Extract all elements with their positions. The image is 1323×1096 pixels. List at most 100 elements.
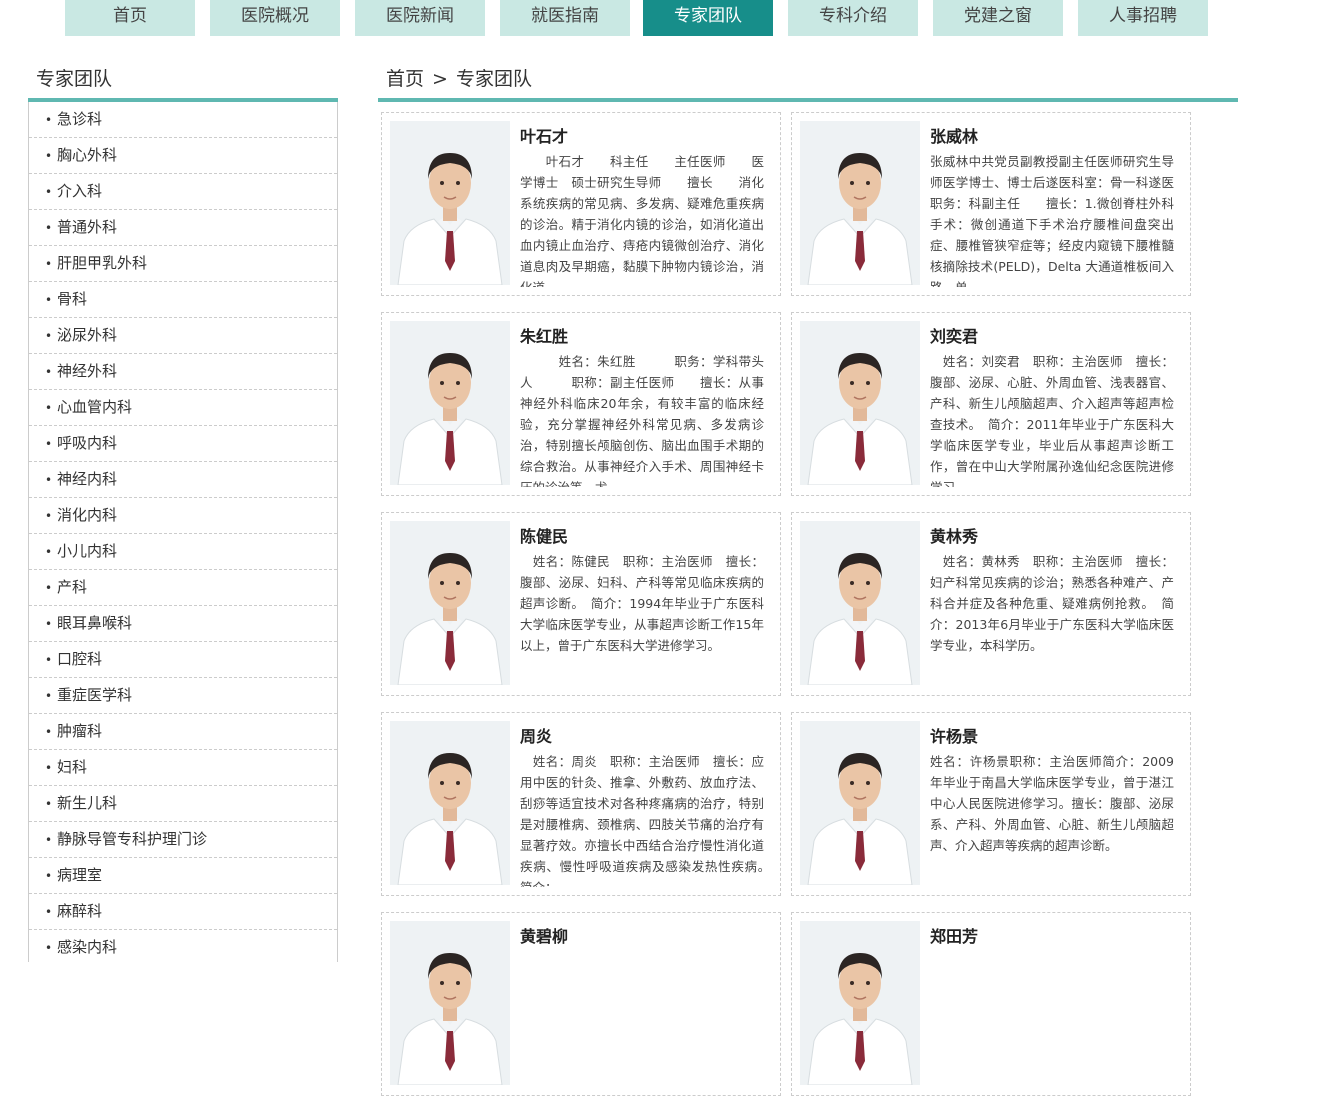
- breadcrumb-home[interactable]: 首页: [386, 68, 424, 90]
- doctor-name[interactable]: 黄林秀: [930, 523, 978, 547]
- sidebar-item[interactable]: • 急诊科: [29, 102, 337, 138]
- doctor-description: 姓名：黄林秀 职称：主治医师 擅长：妇产科常见疾病的诊治；熟悉各种难产、产科合并…: [930, 554, 1174, 653]
- sidebar-item[interactable]: • 神经内科: [29, 462, 337, 498]
- doctor-photo[interactable]: [390, 321, 510, 485]
- sidebar-item[interactable]: • 新生儿科: [29, 786, 337, 822]
- bullet-icon: •: [45, 797, 53, 811]
- doctor-photo[interactable]: [390, 721, 510, 885]
- doctor-photo[interactable]: [390, 921, 510, 1085]
- nav-item-guide[interactable]: 就医指南: [500, 0, 630, 36]
- breadcrumb-rule: [378, 98, 1238, 102]
- doctor-card[interactable]: 张威林 张威林中共党员副教授副主任医师研究生导师医学博士、博士后遂医科室：骨一科…: [791, 112, 1191, 296]
- nav-item-experts[interactable]: 专家团队: [643, 0, 773, 36]
- nav-item-party[interactable]: 党建之窗: [933, 0, 1063, 36]
- bullet-icon: •: [45, 833, 53, 847]
- sidebar-item[interactable]: • 产科: [29, 570, 337, 606]
- doctor-description: 姓名：刘奕君 职称：主治医师 擅长：腹部、泌尿、心脏、外周血管、浅表器官、产科、…: [930, 354, 1174, 487]
- doctor-name[interactable]: 黄碧柳: [520, 923, 568, 947]
- doctor-card[interactable]: 叶石才 叶石才 科主任 主任医师 医学博士 硕士研究生导师 擅长 消化系统疾病的…: [381, 112, 781, 296]
- sidebar-item[interactable]: • 眼耳鼻喉科: [29, 606, 337, 642]
- nav-item-home[interactable]: 首页: [65, 0, 195, 36]
- breadcrumb-current: 专家团队: [455, 68, 532, 90]
- doctor-name[interactable]: 郑田芳: [930, 923, 978, 947]
- sidebar-item[interactable]: • 普通外科: [29, 210, 337, 246]
- sidebar-item[interactable]: • 小儿内科: [29, 534, 337, 570]
- sidebar-item-label: 骨科: [57, 290, 88, 308]
- sidebar-item[interactable]: • 呼吸内科: [29, 426, 337, 462]
- doctor-card[interactable]: 黄林秀 姓名：黄林秀 职称：主治医师 擅长：妇产科常见疾病的诊治；熟悉各种难产、…: [791, 512, 1191, 696]
- sidebar-item[interactable]: • 静脉导管专科护理门诊: [29, 822, 337, 858]
- bullet-icon: •: [45, 257, 53, 271]
- bullet-icon: •: [45, 185, 53, 199]
- sidebar-item-label: 肿瘤科: [57, 722, 103, 740]
- doctor-description: 姓名：朱红胜 职务：学科带头人 职称：副主任医师 擅长：从事神经外科临床20年余…: [520, 354, 764, 487]
- doctor-name[interactable]: 周炎: [520, 723, 552, 747]
- doctor-description: 叶石才 科主任 主任医师 医学博士 硕士研究生导师 擅长 消化系统疾病的常见病、…: [520, 154, 764, 287]
- doctor-name[interactable]: 陈健民: [520, 523, 568, 547]
- sidebar-item-label: 口腔科: [57, 650, 103, 668]
- sidebar-item-label: 眼耳鼻喉科: [57, 614, 133, 632]
- sidebar-item[interactable]: • 妇科: [29, 750, 337, 786]
- bullet-icon: •: [45, 113, 53, 127]
- sidebar-item-label: 介入科: [57, 182, 103, 200]
- sidebar-item[interactable]: • 介入科: [29, 174, 337, 210]
- sidebar-item[interactable]: • 肝胆甲乳外科: [29, 246, 337, 282]
- bullet-icon: •: [45, 941, 53, 955]
- doctor-photo[interactable]: [800, 721, 920, 885]
- bullet-icon: •: [45, 869, 53, 883]
- doctor-card[interactable]: 黄碧柳: [381, 912, 781, 1096]
- doctor-name[interactable]: 朱红胜: [520, 323, 568, 347]
- doctor-photo[interactable]: [390, 121, 510, 285]
- bullet-icon: •: [45, 365, 53, 379]
- sidebar-item[interactable]: • 感染内科: [29, 930, 337, 962]
- doctor-photo[interactable]: [800, 321, 920, 485]
- doctor-description: 张威林中共党员副教授副主任医师研究生导师医学博士、博士后遂医科室：骨一科遂医职务…: [930, 154, 1174, 287]
- doctor-card[interactable]: 周炎 姓名：周炎 职称：主治医师 擅长：应用中医的针灸、推拿、外敷药、放血疗法、…: [381, 712, 781, 896]
- nav-item-recruitment[interactable]: 人事招聘: [1078, 0, 1208, 36]
- sidebar-item-label: 妇科: [57, 758, 88, 776]
- sidebar-item[interactable]: • 重症医学科: [29, 678, 337, 714]
- doctor-card[interactable]: 陈健民 姓名：陈健民 职称：主治医师 擅长：腹部、泌尿、妇科、产科等常见临床疾病…: [381, 512, 781, 696]
- sidebar-item-label: 静脉导管专科护理门诊: [57, 830, 208, 848]
- doctor-photo[interactable]: [800, 921, 920, 1085]
- bullet-icon: •: [45, 617, 53, 631]
- sidebar-item[interactable]: • 病理室: [29, 858, 337, 894]
- nav-item-overview[interactable]: 医院概况: [210, 0, 340, 36]
- doctor-card[interactable]: 许杨景 姓名：许杨景职称：主治医师简介：2009年毕业于南昌大学临床医学专业，曾…: [791, 712, 1191, 896]
- doctor-name[interactable]: 张威林: [930, 123, 978, 147]
- sidebar-item[interactable]: • 胸心外科: [29, 138, 337, 174]
- doctor-description: [520, 951, 764, 1087]
- bullet-icon: •: [45, 545, 53, 559]
- bullet-icon: •: [45, 905, 53, 919]
- doctor-description: 姓名：许杨景职称：主治医师简介：2009年毕业于南昌大学临床医学专业，曾于湛江中…: [930, 754, 1174, 853]
- doctor-description: 姓名：周炎 职称：主治医师 擅长：应用中医的针灸、推拿、外敷药、放血疗法、刮痧等…: [520, 754, 764, 887]
- doctor-description: 姓名：陈健民 职称：主治医师 擅长：腹部、泌尿、妇科、产科等常见临床疾病的超声诊…: [520, 554, 764, 653]
- sidebar-item[interactable]: • 麻醉科: [29, 894, 337, 930]
- sidebar-item-label: 新生儿科: [57, 794, 118, 812]
- sidebar-item[interactable]: • 口腔科: [29, 642, 337, 678]
- sidebar-item[interactable]: • 神经外科: [29, 354, 337, 390]
- doctor-name[interactable]: 许杨景: [930, 723, 978, 747]
- breadcrumb: 首页 > 专家团队: [386, 64, 532, 91]
- doctor-card[interactable]: 郑田芳: [791, 912, 1191, 1096]
- sidebar-item-label: 产科: [57, 578, 88, 596]
- bullet-icon: •: [45, 401, 53, 415]
- doctor-photo[interactable]: [800, 121, 920, 285]
- doctor-card[interactable]: 刘奕君 姓名：刘奕君 职称：主治医师 擅长：腹部、泌尿、心脏、外周血管、浅表器官…: [791, 312, 1191, 496]
- nav-item-departments[interactable]: 专科介绍: [788, 0, 918, 36]
- sidebar-item[interactable]: • 消化内科: [29, 498, 337, 534]
- sidebar-item[interactable]: • 骨科: [29, 282, 337, 318]
- nav-item-news[interactable]: 医院新闻: [355, 0, 485, 36]
- sidebar-item[interactable]: • 心血管内科: [29, 390, 337, 426]
- doctor-name[interactable]: 刘奕君: [930, 323, 978, 347]
- sidebar-item-label: 重症医学科: [57, 686, 133, 704]
- doctor-photo[interactable]: [800, 521, 920, 685]
- doctor-card[interactable]: 朱红胜 姓名：朱红胜 职务：学科带头人 职称：副主任医师 擅长：从事神经外科临床…: [381, 312, 781, 496]
- sidebar-item-label: 神经外科: [57, 362, 118, 380]
- sidebar-item-label: 消化内科: [57, 506, 118, 524]
- doctor-name[interactable]: 叶石才: [520, 123, 568, 147]
- sidebar-item-label: 感染内科: [57, 938, 118, 956]
- sidebar-item[interactable]: • 泌尿外科: [29, 318, 337, 354]
- doctor-photo[interactable]: [390, 521, 510, 685]
- sidebar-item[interactable]: • 肿瘤科: [29, 714, 337, 750]
